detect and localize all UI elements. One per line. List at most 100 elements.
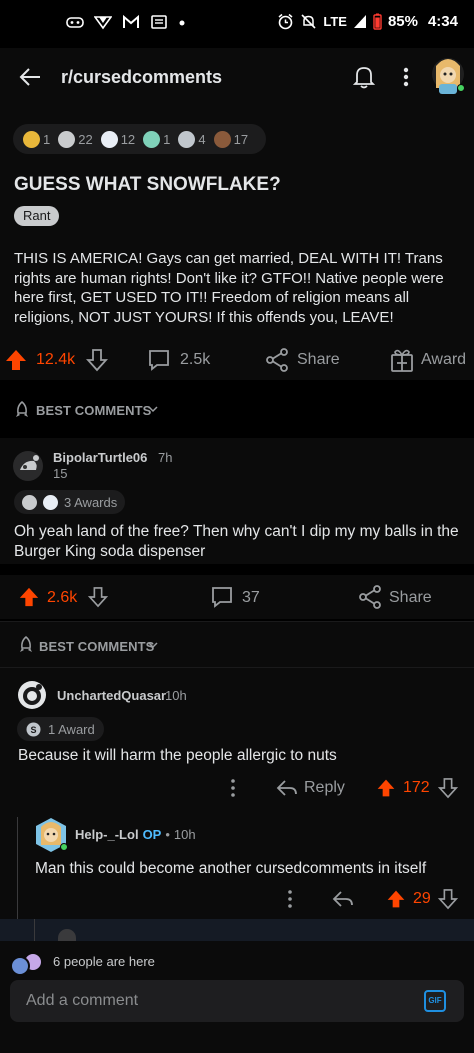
awards-count-text: 3 Awards <box>64 494 118 510</box>
alarm-icon <box>278 13 293 30</box>
back-arrow-icon[interactable] <box>18 65 42 89</box>
comment-composer: 6 people are here Add a comment GIF <box>0 941 474 1053</box>
lte-label: LTE <box>323 14 347 29</box>
comment-awards-pill[interactable]: 3 Awards <box>14 490 126 514</box>
silver-award-icon: S <box>26 722 41 736</box>
post-action-bar: 12.4k 2.5k Share Award <box>0 340 474 380</box>
thread-line <box>34 919 35 941</box>
reply-label[interactable]: Reply <box>304 779 345 797</box>
app-header: r/cursedcomments <box>0 48 474 108</box>
comment-body: Oh yeah land of the free? Then why can't… <box>14 523 459 560</box>
wholesome-award-icon <box>58 130 76 148</box>
awards-count-text: 1 Award <box>48 721 95 737</box>
dot-icon <box>179 20 185 26</box>
reply-meta: Help-_-Lol OP • 10h <box>75 827 196 842</box>
upvote-icon[interactable] <box>376 777 396 799</box>
post-awards-bar[interactable]: 1 22 12 1 4 17 <box>13 124 267 154</box>
direct-icon <box>94 16 112 30</box>
share-icon[interactable] <box>358 584 382 610</box>
sort-label: BEST COMMENTS <box>39 639 155 654</box>
controller-icon <box>66 17 84 28</box>
comment-card: BipolarTurtle06 7h 15 3 Awards Oh yeah l… <box>0 438 474 564</box>
flair-badge[interactable]: Rant <box>14 206 60 226</box>
comment-username[interactable]: Help-_-Lol <box>75 827 139 842</box>
status-bar: LTE 85% 4:34 <box>0 0 474 48</box>
helpful-award-icon <box>43 494 58 510</box>
comment-action-bar: 2.6k 37 Share <box>0 575 474 619</box>
post-body: THIS IS AMERICA! Gays can get married, D… <box>14 250 444 326</box>
post-award-label[interactable]: Award <box>421 351 466 369</box>
award-chip[interactable]: 4 <box>178 130 206 148</box>
award-chip[interactable]: 1 <box>23 130 51 148</box>
sort-label: BEST COMMENTS <box>36 403 152 418</box>
comment-awards-pill[interactable]: S 1 Award <box>17 717 104 741</box>
reply-arrow-icon[interactable] <box>332 889 354 909</box>
comment-card: UnchartedQuasar 10h S 1 Award Because it… <box>0 667 474 809</box>
comment-age: 10h <box>173 827 196 842</box>
award-chip[interactable]: 17 <box>213 130 248 148</box>
chevron-down-icon <box>148 642 158 649</box>
downvote-icon[interactable] <box>438 888 458 910</box>
subreddit-title[interactable]: r/cursedcomments <box>61 67 222 88</box>
comment-age: 7h <box>158 450 173 465</box>
more-vertical-icon[interactable] <box>286 889 294 909</box>
award-count: 22 <box>78 131 93 147</box>
commenter-avatar[interactable] <box>58 929 76 941</box>
award-gift-icon[interactable] <box>390 347 414 373</box>
rocket-icon <box>16 401 28 417</box>
comment-username[interactable]: BipolarTurtle06 <box>53 450 147 465</box>
commenter-avatar[interactable] <box>12 450 44 482</box>
post-comment-count[interactable]: 2.5k <box>180 351 210 369</box>
comment-share-label[interactable]: Share <box>389 589 432 607</box>
commenter-avatar[interactable] <box>35 817 68 853</box>
notification-bell-icon[interactable] <box>353 65 375 89</box>
hugz-award-icon <box>143 130 161 148</box>
next-comment-peek <box>0 919 474 941</box>
gif-button[interactable]: GIF <box>424 990 446 1012</box>
user-avatar[interactable] <box>430 54 466 98</box>
online-dot <box>457 84 465 92</box>
wholesome-award-icon <box>22 494 37 510</box>
share-icon[interactable] <box>265 347 289 373</box>
upvote-icon[interactable] <box>18 585 40 609</box>
award-chip[interactable]: 22 <box>58 130 93 148</box>
more-vertical-icon[interactable] <box>402 66 410 88</box>
op-badge: OP <box>142 827 162 842</box>
upvote-icon[interactable] <box>386 888 406 910</box>
message-icon <box>151 15 167 29</box>
chevron-down-icon <box>148 406 158 413</box>
comment-reply-count[interactable]: 37 <box>242 589 260 607</box>
post-share-label[interactable]: Share <box>297 351 340 369</box>
comment-icon[interactable] <box>210 585 234 609</box>
post-title[interactable]: GUESS WHAT SNOWFLAKE? <box>14 174 281 196</box>
award-count: 4 <box>198 131 206 147</box>
online-dot <box>60 843 68 851</box>
downvote-icon[interactable] <box>86 348 108 372</box>
commenter-avatar[interactable] <box>17 680 47 710</box>
reply-arrow-icon[interactable] <box>276 778 298 798</box>
award-count: 1 <box>43 131 51 147</box>
grin-award-icon <box>23 130 40 148</box>
battery-icon <box>373 13 382 30</box>
more-vertical-icon[interactable] <box>229 778 237 798</box>
comment-age: 10h <box>165 688 187 703</box>
mute-icon <box>301 14 316 29</box>
upvote-icon[interactable] <box>4 348 28 372</box>
comment-sort-bar[interactable]: BEST COMMENTS <box>0 380 474 438</box>
downvote-icon[interactable] <box>438 777 458 799</box>
thread-line <box>17 817 18 919</box>
poop-award-icon <box>213 130 231 148</box>
downvote-icon[interactable] <box>88 585 108 609</box>
reply-comment-card: Help-_-Lol OP • 10h Man this could becom… <box>0 809 474 919</box>
award-count: 12 <box>120 131 136 147</box>
comment-username[interactable]: UnchartedQuasar <box>57 688 166 703</box>
award-chip[interactable]: 1 <box>143 130 170 148</box>
post-score: 12.4k <box>36 351 76 368</box>
comment-sort-bar[interactable]: BEST COMMENTS <box>0 621 474 667</box>
comment-body: Man this could become another cursedcomm… <box>35 860 427 877</box>
award-chip[interactable]: 12 <box>100 130 136 148</box>
comment-placeholder: Add a comment <box>26 992 139 1009</box>
add-comment-input[interactable]: Add a comment GIF <box>10 980 464 1022</box>
presence-text: 6 people are here <box>53 954 155 969</box>
comment-icon[interactable] <box>147 348 171 372</box>
